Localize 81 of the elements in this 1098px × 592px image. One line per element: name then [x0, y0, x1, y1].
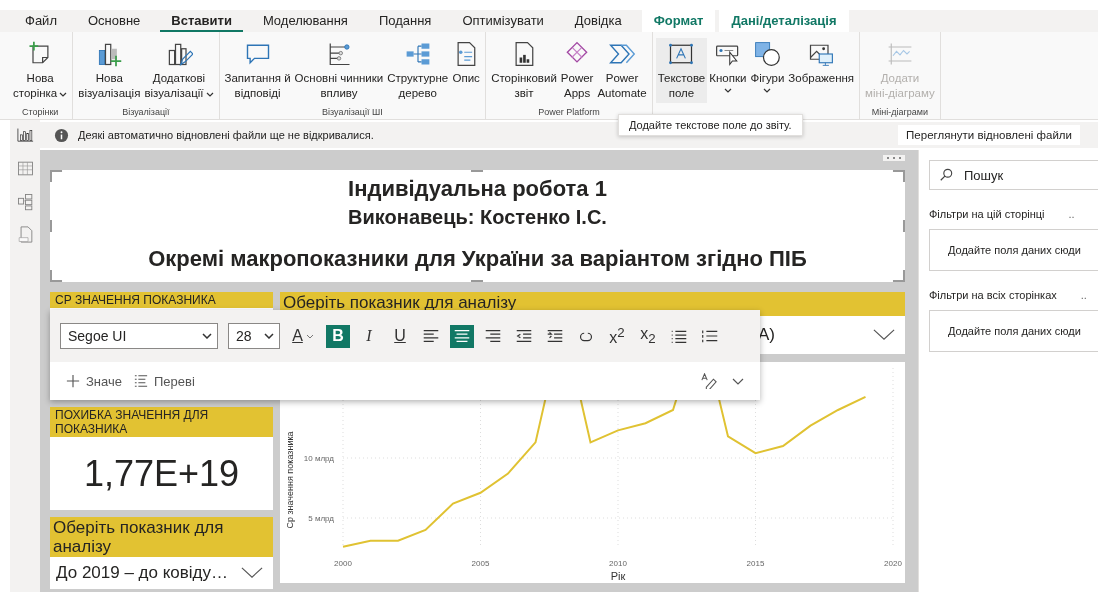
ribbon-tab[interactable]: Довідка: [563, 10, 633, 32]
card-title: СР ЗНАЧЕННЯ ПОКАЗНИКА: [50, 292, 273, 308]
text-box-line: Виконавець: Костенко І.С.: [348, 205, 607, 230]
ribbon-tab[interactable]: Файл: [14, 10, 68, 32]
shapes-icon: [753, 40, 782, 68]
table-view-icon[interactable]: [15, 159, 35, 178]
text-style-icon[interactable]: [700, 373, 718, 389]
review-button[interactable]: Переві: [132, 373, 197, 389]
x-tick-label: 2020: [884, 559, 902, 568]
ribbon-tab[interactable]: Подання: [367, 10, 443, 32]
ribbon-tab[interactable]: Моделювання: [251, 10, 359, 32]
list-icon: [134, 374, 148, 388]
ribbon-tab[interactable]: Основне: [76, 10, 152, 32]
group-label: Міні-діаграми: [871, 107, 929, 117]
ribbon-button[interactable]: Зображення: [786, 38, 857, 88]
info-message: Деякі автоматично відновлені файли ще не відкривалися.: [78, 129, 375, 141]
ribbon-tab[interactable]: Дані/деталізація: [719, 10, 849, 32]
drop-zone[interactable]: Додайте поля даних сюди: [929, 229, 1098, 271]
ribbon-button[interactable]: Основні чинники впливу: [292, 38, 386, 103]
group-label: Візуалізації: [122, 107, 170, 117]
ribbon-tab[interactable]: Формат: [641, 10, 716, 32]
search-icon: [939, 168, 953, 182]
x-tick-label: 2010: [609, 559, 627, 568]
filter-section-title: Фільтри на цій сторінці: [929, 208, 1045, 220]
y-axis-title: Ср значення показника: [285, 431, 295, 529]
italic-button[interactable]: I: [357, 324, 381, 348]
tooltip: Додайте текстове поле до звіту.: [618, 114, 803, 136]
chevron-icon: [202, 333, 212, 339]
group-label: Сторінки: [21, 107, 59, 117]
chevron-icon: [873, 329, 895, 340]
ribbon-button[interactable]: Текстове поле: [655, 38, 708, 103]
ribbon-button[interactable]: Нова візуалізація: [76, 38, 143, 103]
subscript-button[interactable]: x$_{2}$: [636, 324, 660, 348]
align-center-button[interactable]: [450, 324, 474, 348]
ribbon-button[interactable]: Структурне дерево: [385, 38, 451, 103]
ribbon-button[interactable]: Сторінковий звіт: [489, 38, 559, 103]
x-tick-label: 2000: [334, 559, 352, 568]
text-box-line: Окремі макропоказники для України за варіантом згідно ПІБ: [148, 245, 807, 273]
y-tick-label: 5 млрд: [308, 514, 334, 523]
more-options-icon[interactable]: [883, 155, 905, 161]
ribbon-button[interactable]: Фігури: [748, 38, 787, 95]
ribbon-tab[interactable]: Оптимізувати: [451, 10, 555, 32]
x-axis-title: Рік: [610, 570, 626, 582]
underline-button[interactable]: U: [388, 324, 412, 348]
x-tick-label: 2005: [471, 559, 490, 568]
ribbon-button[interactable]: Нова сторінка: [11, 38, 70, 103]
font-color-button[interactable]: A: [287, 324, 319, 348]
bold-button[interactable]: B: [326, 324, 350, 348]
slicer-title: Оберіть показник для аналізу: [50, 517, 273, 557]
font-select[interactable]: Segoe UI: [60, 323, 218, 349]
chevron-icon: [241, 567, 263, 578]
group-label: Візуалізації ШІ: [321, 107, 383, 117]
chevron-icon: [264, 333, 274, 339]
x-tick-label: 2015: [746, 559, 765, 568]
add-value-button[interactable]: Значе: [64, 373, 124, 389]
text-box-line: Індивідуальна робота 1: [348, 175, 607, 203]
period-dropdown[interactable]: До 2019 – до ковіду…: [50, 557, 273, 589]
ribbon-button[interactable]: Додаткові візуалізації: [142, 38, 216, 103]
chevron-icon: [305, 333, 314, 339]
font-size-select[interactable]: 28: [228, 323, 280, 349]
ribbon-button[interactable]: Power Apps: [558, 38, 596, 103]
ribbon-button[interactable]: Power Automate: [595, 38, 649, 103]
plus-icon: [66, 374, 80, 388]
chevron-icon[interactable]: [732, 377, 744, 385]
more-options[interactable]: ..: [1080, 289, 1087, 301]
view-recovered-files-button[interactable]: Переглянути відновлені файли: [898, 125, 1080, 145]
card-title: ПОХИБКА ЗНАЧЕННЯ ДЛЯ ПОКАЗНИКА: [50, 407, 273, 437]
group-label: Power Platform: [538, 107, 600, 117]
superscript-button[interactable]: x$^{2}$: [605, 324, 629, 348]
ribbon-button[interactable]: Опис: [450, 38, 483, 88]
search-field[interactable]: Пошук: [929, 160, 1098, 190]
drop-zone[interactable]: Додайте поля даних сюди: [929, 310, 1098, 352]
y-tick-label: 10 млрд: [303, 454, 334, 463]
ribbon-button[interactable]: Запитання й відповіді: [222, 38, 293, 103]
ribbon-button[interactable]: Кнопки: [707, 38, 749, 95]
info-icon: [54, 127, 69, 143]
model-view-icon[interactable]: [15, 192, 35, 211]
report-view-icon[interactable]: [15, 126, 35, 145]
more-options[interactable]: ..: [1068, 208, 1075, 220]
filter-section-title: Фільтри на всіх сторінках: [929, 289, 1057, 301]
card-value: 1,77E+19: [50, 437, 273, 510]
